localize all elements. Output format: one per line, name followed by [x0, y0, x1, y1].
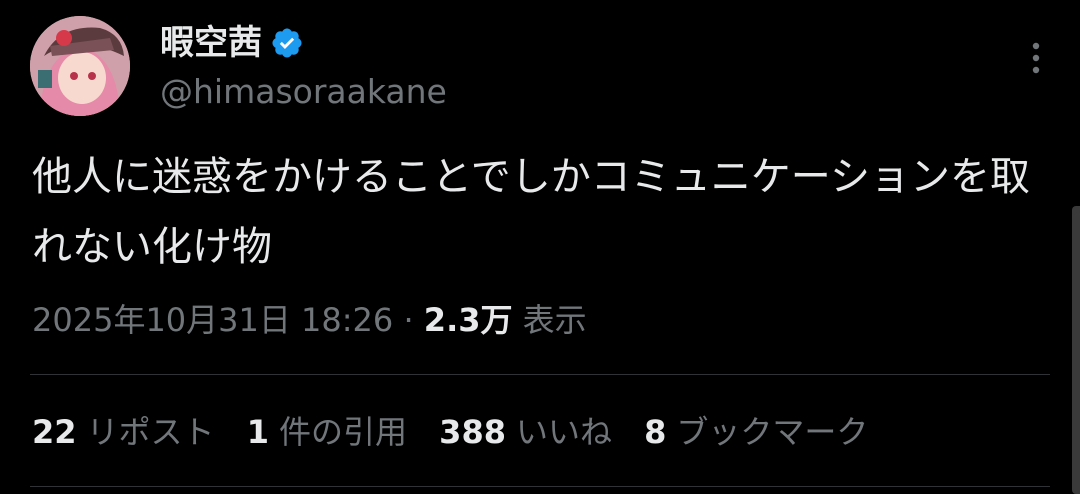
verified-badge-icon	[270, 26, 304, 60]
reposts-label: リポスト	[86, 413, 215, 451]
more-options-icon[interactable]	[1030, 40, 1042, 80]
scrollbar[interactable]	[1072, 206, 1080, 494]
likes-stat[interactable]: 388 いいね	[439, 413, 612, 451]
avatar-image	[30, 16, 130, 116]
quotes-stat[interactable]: 1 件の引用	[247, 413, 407, 451]
views-count: 2.3万	[423, 301, 513, 339]
quotes-label: 件の引用	[278, 413, 407, 451]
author-handle[interactable]: @himasoraakane	[160, 72, 447, 112]
bookmarks-label: ブックマーク	[676, 413, 869, 451]
tweet-meta: 2025年10月31日 18:26 · 2.3万 表示	[32, 296, 587, 344]
bookmarks-stat[interactable]: 8 ブックマーク	[644, 413, 868, 451]
tweet-text: 他人に迷惑をかけることでしかコミュニケーションを取れない化け物	[32, 154, 1030, 270]
views-label: 表示	[522, 301, 587, 339]
meta-separator: ·	[403, 301, 414, 339]
divider-bottom	[30, 486, 1050, 487]
display-name[interactable]: 暇空茜	[160, 26, 262, 60]
engagement-stats: 22 リポスト 1 件の引用 388 いいね 8 ブックマーク	[32, 408, 890, 456]
author-name-row: 暇空茜	[160, 18, 304, 68]
divider-top	[30, 374, 1050, 375]
likes-count: 388	[439, 413, 506, 451]
reposts-stat[interactable]: 22 リポスト	[32, 413, 215, 451]
bookmarks-count: 8	[644, 413, 667, 451]
reposts-count: 22	[32, 413, 77, 451]
quotes-count: 1	[246, 413, 269, 451]
avatar[interactable]	[30, 16, 130, 116]
timestamp[interactable]: 2025年10月31日 18:26	[32, 301, 393, 339]
likes-label: いいね	[515, 413, 612, 451]
